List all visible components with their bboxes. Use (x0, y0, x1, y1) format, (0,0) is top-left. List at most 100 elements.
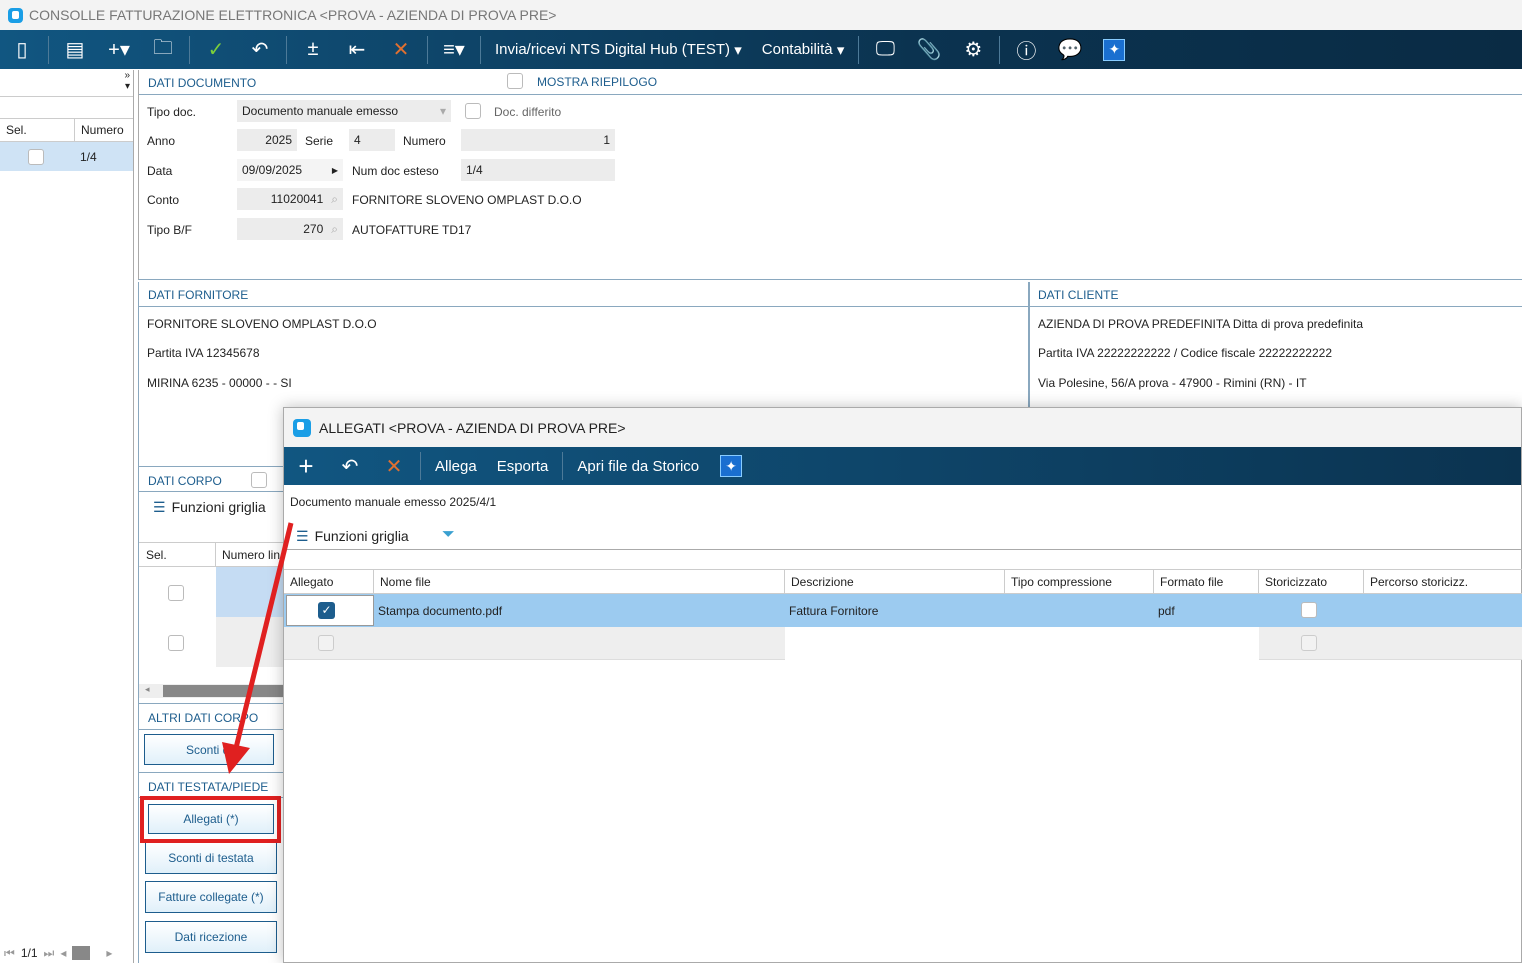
undo-icon[interactable]: ↶ (328, 447, 372, 486)
col-numero: Numero (81, 123, 124, 137)
pager: ⏮ 1/1 ⏭ ◂ ▸ (0, 943, 134, 963)
conto-label: Conto (147, 193, 180, 207)
serie-input[interactable]: 4 (349, 129, 395, 151)
tipobf-input[interactable]: 270 ⌕ (237, 218, 343, 240)
conto-description: FORNITORE SLOVENO OMPLAST D.O.O (352, 193, 582, 207)
col-nome-file[interactable]: Nome file (374, 570, 785, 594)
monitor-icon[interactable]: 🖵 (863, 30, 907, 69)
descrizione-cell: Fattura Fornitore (789, 604, 879, 618)
storicizzato-checkbox[interactable] (1301, 635, 1317, 651)
expand-icon[interactable]: » ▾ (0, 70, 133, 97)
corpo-grid-header: Sel. Numero lin (139, 542, 285, 567)
first-page-icon[interactable]: ⏮ (4, 946, 15, 961)
dati-cliente-section: DATI CLIENTE AZIENDA DI PROVA PREDEFINIT… (1029, 282, 1522, 412)
app-icon (293, 418, 311, 437)
confirm-check-icon[interactable]: ✓ (194, 30, 238, 69)
anno-input[interactable]: 2025 (237, 129, 297, 151)
dialog-title-bar: ALLEGATI <PROVA - AZIENDA DI PROVA PRE> (284, 408, 1521, 447)
undo-icon[interactable]: ↶ (238, 30, 282, 69)
horizontal-scrollbar[interactable]: ◂ (139, 684, 285, 698)
insert-row-icon[interactable]: ± (291, 30, 335, 69)
ai-assistant-icon[interactable]: ✦ (709, 447, 753, 486)
section-title: DATI DOCUMENTO (148, 76, 257, 90)
apri-storico-button[interactable]: Apri file da Storico (567, 447, 709, 486)
col-numero-linea: Numero lin (215, 543, 286, 567)
col-descrizione[interactable]: Descrizione (785, 570, 1005, 594)
table-row-empty[interactable] (284, 627, 1522, 660)
cliente-name: AZIENDA DI PROVA PREDEFINITA Ditta di pr… (1038, 317, 1364, 331)
section-title: DATI CLIENTE (1038, 288, 1119, 302)
panel-toggle-icon[interactable]: ▯ (0, 30, 44, 69)
tipo-doc-label: Tipo doc. (147, 105, 196, 119)
section-title: DATI CORPO (148, 474, 222, 488)
section-title: ALTRI DATI CORPO (148, 711, 259, 725)
esporta-button[interactable]: Esporta (487, 447, 559, 486)
allegati-dialog: ALLEGATI <PROVA - AZIENDA DI PROVA PRE> … (283, 407, 1522, 963)
scrollbar-thumb[interactable] (72, 946, 91, 960)
funzioni-griglia-button[interactable]: ☰ Funzioni griglia (153, 499, 266, 516)
add-icon[interactable]: +▾ (97, 30, 141, 69)
scroll-right-icon[interactable]: ▸ (106, 946, 112, 960)
list-header: Sel. Numero (0, 118, 133, 142)
paperclip-icon[interactable]: 📎 (907, 30, 951, 69)
row-checkbox[interactable] (168, 635, 184, 651)
main-toolbar: ▯ ▤ +▾ 🗀 ✓ ↶ ± ⇤ ✕ ≡▾ Invia/ricevi NTS D… (0, 30, 1522, 69)
contabilita-menu[interactable]: Contabilità ▾ (752, 30, 855, 69)
col-storicizzato[interactable]: Storicizzato (1259, 570, 1364, 594)
dati-ricezione-button[interactable]: Dati ricezione (145, 921, 277, 953)
document-settings-icon[interactable]: ▤ (53, 30, 97, 69)
storicizzato-checkbox[interactable] (1301, 602, 1317, 618)
hub-menu[interactable]: Invia/ricevi NTS Digital Hub (TEST) ▾ (485, 30, 752, 69)
allegato-checkbox-checked[interactable]: ✓ (318, 602, 335, 619)
tipo-doc-select[interactable]: Documento manuale emesso ▾ (237, 100, 451, 122)
conto-input[interactable]: 11020041 ⌕ (237, 188, 343, 210)
cliente-address: Via Polesine, 56/A prova - 47900 - Rimin… (1038, 376, 1307, 390)
row-checkbox[interactable] (168, 585, 184, 601)
list-row[interactable]: 1/4 (0, 142, 133, 171)
funzioni-griglia-button[interactable]: ☰ Funzioni griglia (296, 528, 409, 545)
col-formato-file[interactable]: Formato file (1154, 570, 1259, 594)
sconti-corpo-button[interactable]: Sconti di (144, 734, 274, 765)
search-icon: ⌕ (331, 191, 338, 206)
restore-row-icon[interactable]: ⇤ (335, 30, 379, 69)
cliente-piva: Partita IVA 22222222222 / Codice fiscale… (1038, 346, 1332, 360)
numero-input[interactable]: 1 (461, 129, 615, 151)
dati-corpo-section: DATI CORPO ☰ Funzioni griglia Sel. Numero… (138, 467, 285, 963)
fatture-collegate-button[interactable]: Fatture collegate (*) (145, 881, 277, 913)
app-icon (8, 7, 23, 23)
ai-assistant-icon[interactable]: ✦ (1092, 30, 1136, 69)
corpo-checkbox[interactable] (251, 472, 267, 488)
allega-button[interactable]: Allega (425, 447, 487, 486)
allegato-checkbox[interactable] (318, 635, 334, 651)
gear-icon[interactable]: ⚙ (951, 30, 995, 69)
num-esteso-input[interactable]: 1/4 (461, 159, 615, 181)
doc-differito-checkbox[interactable] (465, 103, 481, 119)
mostra-riepilogo-label: MOSTRA RIEPILOGO (537, 75, 658, 89)
chat-icon[interactable]: 💬 (1048, 30, 1092, 69)
delete-row-icon[interactable]: ✕ (379, 30, 423, 69)
nome-file-cell: Stampa documento.pdf (378, 604, 503, 618)
col-percorso[interactable]: Percorso storicizz. (1364, 570, 1522, 594)
col-tipo-compressione[interactable]: Tipo compressione (1005, 570, 1154, 594)
fornitore-name: FORNITORE SLOVENO OMPLAST D.O.O (147, 317, 377, 331)
serie-label: Serie (305, 134, 334, 148)
numero-label: Numero (403, 134, 446, 148)
delete-icon[interactable]: ✕ (372, 447, 416, 486)
scroll-left-icon[interactable]: ◂ (60, 946, 66, 960)
menu-icon[interactable]: ≡▾ (432, 30, 476, 69)
list-icon: ☰ (296, 528, 309, 544)
window-title: CONSOLLE FATTURAZIONE ELETTRONICA <PROVA… (29, 7, 557, 23)
filter-icon[interactable]: ⏷ (442, 526, 455, 544)
help-icon[interactable]: ⓘ (1004, 30, 1048, 69)
dialog-title: ALLEGATI <PROVA - AZIENDA DI PROVA PRE> (319, 419, 626, 436)
data-input[interactable]: 09/09/2025 ▶ (237, 159, 343, 181)
col-allegato[interactable]: Allegato (284, 570, 374, 594)
dialog-toolbar: + ↶ ✕ Allega Esporta Apri file da Storic… (284, 447, 1521, 485)
add-icon[interactable]: + (284, 447, 328, 486)
folder-icon[interactable]: 🗀 (141, 30, 185, 69)
row-checkbox[interactable] (28, 148, 44, 165)
last-page-icon[interactable]: ⏭ (44, 946, 55, 961)
table-row[interactable]: ✓ Stampa documento.pdf Fattura Fornitore… (284, 594, 1522, 627)
mostra-riepilogo-checkbox[interactable] (507, 73, 523, 89)
sconti-testata-button[interactable]: Sconti di testata (145, 842, 277, 874)
